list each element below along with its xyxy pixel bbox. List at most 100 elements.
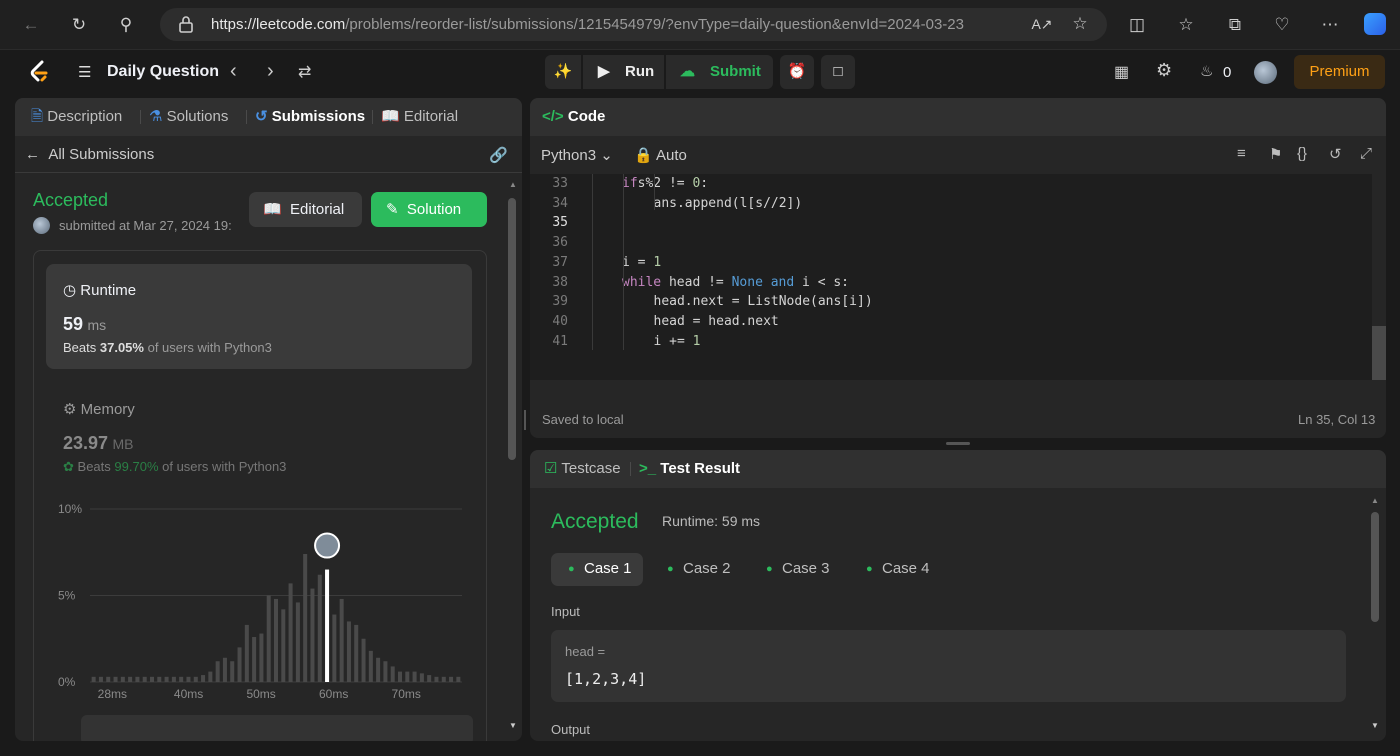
- shuffle-icon[interactable]: ⇄: [298, 62, 311, 82]
- code-icon: </>: [542, 108, 564, 125]
- bookmark-icon[interactable]: ⚑: [1269, 145, 1282, 163]
- problem-list-icon[interactable]: ☰: [78, 63, 91, 81]
- input-box: head = [1,2,3,4]: [551, 630, 1346, 702]
- tab-submissions[interactable]: ↺ Submissions: [255, 98, 365, 136]
- search-icon[interactable]: ⚲: [114, 13, 138, 37]
- prev-question-icon[interactable]: ‹: [230, 60, 237, 83]
- line-number: 37: [552, 254, 568, 270]
- reset-icon[interactable]: ↺: [1329, 145, 1342, 163]
- format-icon[interactable]: ≡: [1237, 145, 1246, 162]
- copilot-icon[interactable]: [1364, 13, 1386, 35]
- runtime-card[interactable]: ◷ Runtime 59 ms Beats 37.05% of users wi…: [46, 264, 472, 369]
- back-to-submissions-link[interactable]: ← All Submissions: [25, 146, 154, 163]
- result-scrollbar[interactable]: ▲ ▼: [1370, 496, 1380, 736]
- left-scroll-thumb[interactable]: [508, 198, 516, 460]
- leetcode-logo-icon[interactable]: [28, 60, 50, 84]
- chart-bar: [295, 602, 300, 682]
- chart-bar: [113, 676, 118, 682]
- run-button[interactable]: ▶ Run: [583, 55, 664, 89]
- code-line: i = 1: [622, 254, 662, 270]
- chart-bar: [201, 675, 206, 682]
- code-line: ifs%2 != 0:: [622, 176, 709, 191]
- indent-guide: [592, 174, 593, 350]
- left-scrollbar[interactable]: ▲ ▼: [508, 180, 517, 735]
- read-aloud-icon[interactable]: A↗: [1030, 12, 1054, 36]
- line-number: 41: [552, 333, 568, 349]
- left-tabbar: 🗎 Description ⚗ Solutions ↺ Submissions …: [15, 98, 522, 136]
- chart-bar: [376, 657, 381, 682]
- case-tab-1[interactable]: ● Case 1: [551, 553, 643, 586]
- favorite-star-icon[interactable]: ☆: [1068, 12, 1092, 36]
- braces-icon[interactable]: {}: [1297, 145, 1307, 162]
- tab-editorial[interactable]: 📖 Editorial: [381, 98, 458, 136]
- chart-bar: [317, 574, 322, 682]
- panel-resize-handle[interactable]: [946, 442, 970, 445]
- health-icon[interactable]: ♡: [1270, 13, 1294, 37]
- chart-bar: [244, 624, 249, 682]
- tab-description[interactable]: 🗎 Description: [31, 98, 122, 136]
- runtime-distribution-chart: 10% 5% 0% 28ms 40ms 50ms 60ms 70ms: [58, 502, 462, 701]
- cloud-upload-icon: ☁: [680, 63, 695, 80]
- chart-bar: [157, 676, 162, 682]
- chart-bar: [135, 676, 140, 682]
- debug-button[interactable]: ✨: [545, 55, 581, 89]
- case-tab-3[interactable]: ● Case 3: [762, 553, 842, 586]
- submitter-avatar: [33, 217, 50, 234]
- premium-button[interactable]: Premium: [1294, 55, 1385, 89]
- streak-fire-icon[interactable]: ♨: [1200, 62, 1213, 80]
- timer-button[interactable]: ⏰: [780, 55, 814, 89]
- result-runtime: Runtime: 59 ms: [662, 513, 761, 529]
- chart-bar: [237, 647, 242, 682]
- runtime-value: 59 ms: [63, 314, 107, 334]
- tab-code[interactable]: </> Code: [542, 98, 605, 136]
- split-screen-icon[interactable]: ◫: [1125, 13, 1149, 37]
- checkbox-icon: ☑: [544, 460, 558, 477]
- code-panel: </> Code Python3 ⌄ 🔒 Auto ≡ ⚑ {} ↺ ⤢ 33 i…: [530, 98, 1386, 438]
- code-line: head.next = ListNode(ans[i]): [653, 294, 873, 310]
- layout-icon[interactable]: ▦: [1114, 62, 1129, 82]
- chart-bar: [230, 661, 235, 682]
- code-line: while head != None and i < s:: [622, 274, 850, 290]
- tab-test-result[interactable]: >_ Test Result: [639, 450, 740, 488]
- language-select[interactable]: Python3 ⌄: [541, 146, 613, 164]
- left-divider: [15, 172, 522, 173]
- address-bar[interactable]: https://leetcode.com/problems/reorder-li…: [160, 8, 1107, 41]
- collections-icon[interactable]: ⧉: [1223, 13, 1247, 37]
- chart-bar: [252, 637, 257, 682]
- chart-x-tick: 50ms: [246, 687, 275, 701]
- submit-button[interactable]: ☁ Submit: [666, 55, 773, 89]
- line-number: 36: [552, 235, 568, 251]
- favorites-icon[interactable]: ☆: [1174, 13, 1198, 37]
- user-avatar[interactable]: [1254, 61, 1277, 84]
- case-tab-2[interactable]: ● Case 2: [663, 553, 743, 586]
- chart-bar: [354, 624, 359, 682]
- code-editor[interactable]: 33 ifs%2 != 0: 34 ans.append(l[s//2]) 35 36 37…: [530, 174, 1372, 380]
- notes-button[interactable]: □: [821, 55, 855, 89]
- result-scroll-thumb[interactable]: [1371, 512, 1379, 622]
- daily-question-title[interactable]: Daily Question: [107, 63, 219, 81]
- chart-bar: [266, 595, 271, 682]
- tab-testcase[interactable]: ☑ Testcase: [544, 450, 621, 488]
- editor-scrollbar-thumb[interactable]: [1372, 326, 1386, 380]
- next-question-icon[interactable]: ›: [267, 60, 274, 83]
- copy-link-icon[interactable]: 🔗: [489, 146, 508, 164]
- test-result-panel: ☑ Testcase >_ Test Result Accepted Runti…: [530, 450, 1386, 741]
- editorial-button[interactable]: 📖 Editorial: [249, 192, 362, 227]
- vertical-resize-handle[interactable]: [524, 410, 526, 430]
- chart-bar: [397, 671, 403, 682]
- chart-bar: [419, 673, 424, 682]
- back-icon[interactable]: ←: [19, 13, 43, 37]
- settings-gear-icon[interactable]: ⚙: [1156, 60, 1172, 81]
- chart-bar: [91, 676, 96, 682]
- runtime-beats: Beats 37.05% of users with Python3: [63, 340, 272, 355]
- save-status: Saved to local: [542, 412, 624, 427]
- solution-button[interactable]: ✎ Solution: [371, 192, 487, 227]
- auto-mode[interactable]: 🔒 Auto: [634, 146, 687, 164]
- case-tab-4[interactable]: ● Case 4: [862, 553, 942, 586]
- output-label: Output: [551, 722, 591, 737]
- fullscreen-icon[interactable]: ⤢: [1360, 145, 1372, 162]
- more-icon[interactable]: ⋯: [1318, 13, 1342, 37]
- memory-section[interactable]: ⚙ Memory 23.97 MB ✿ Beats 99.70% of user…: [46, 388, 472, 478]
- tab-solutions[interactable]: ⚗ Solutions: [149, 98, 228, 136]
- refresh-icon[interactable]: ↻: [67, 13, 91, 37]
